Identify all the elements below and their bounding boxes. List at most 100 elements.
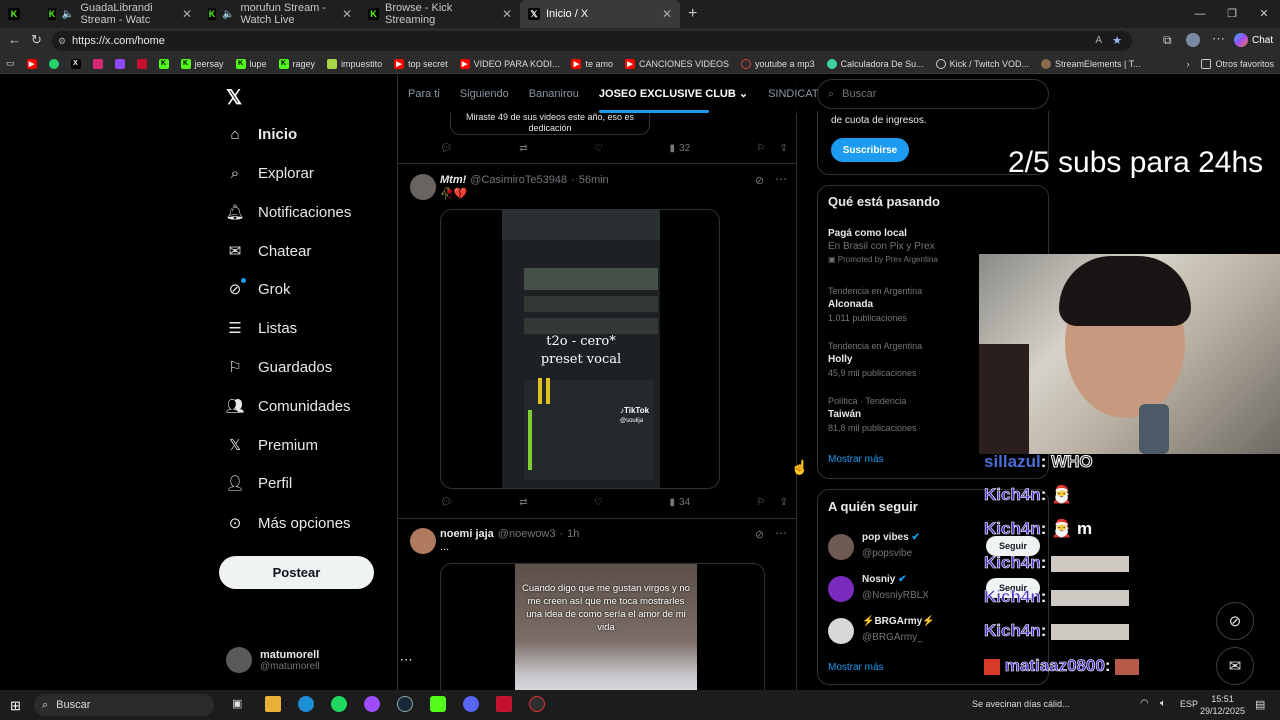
author-handle[interactable]: @noewow3 <box>498 528 556 540</box>
discord-icon[interactable] <box>463 696 479 712</box>
kick-icon[interactable] <box>430 696 446 712</box>
close-icon[interactable]: ✕ <box>502 7 512 21</box>
notification-icon[interactable]: ▤ <box>1255 698 1265 711</box>
bookmark-lupe[interactable]: Klupe <box>230 58 273 69</box>
bookmark-ragey[interactable]: Kragey <box>273 58 322 69</box>
clock[interactable]: 15:51 29/12/2025 <box>1200 693 1245 717</box>
bookmark-video-kodi[interactable]: ▶ VIDEO PARA KODI... <box>454 58 566 69</box>
bookmark-icon[interactable]: ⚐ <box>757 497 766 508</box>
share-icon[interactable]: ⇪ <box>780 497 788 508</box>
copilot-chat-button[interactable]: Chat <box>1234 33 1273 47</box>
bookmark-youtube-mp3[interactable]: youtube a mp3 <box>735 58 821 69</box>
x-logo-icon[interactable]: 𝕏 <box>226 85 242 110</box>
close-icon[interactable]: ✕ <box>662 7 672 21</box>
more-icon[interactable]: ⋯ <box>775 172 787 186</box>
tab-bananirou[interactable]: Bananirou <box>519 75 589 113</box>
share-icon[interactable]: ⇪ <box>780 143 788 154</box>
bookmark-impuestito[interactable]: impuestito <box>321 58 388 69</box>
subscribe-button[interactable]: Suscribirse <box>831 138 909 162</box>
tweet-time[interactable]: 56min <box>579 174 609 186</box>
more-icon[interactable]: ⋯ <box>775 526 787 540</box>
retweet-icon[interactable]: ⇄ <box>519 143 527 154</box>
nav-comunidades[interactable]: 👥︎ Comunidades <box>225 393 350 419</box>
volume-icon[interactable]: 🔈︎ <box>1160 698 1166 709</box>
read-aloud-icon[interactable]: A <box>1095 31 1102 51</box>
nav-chatear[interactable]: ✉ Chatear <box>226 238 312 264</box>
views-button[interactable]: ▮ 32 <box>670 143 691 154</box>
bookmark-kick-twitch-vod[interactable]: Kick / Twitch VOD... <box>930 58 1035 69</box>
bookmark-twitch[interactable] <box>109 58 131 69</box>
trend-item[interactable]: Tendencia en Argentina Alconada 1.011 pu… <box>828 286 922 323</box>
like-icon[interactable]: ♡ <box>594 143 603 154</box>
other-bookmarks[interactable]: Otros favoritos <box>1195 58 1280 69</box>
nav-inicio[interactable]: ⌂ Inicio <box>226 121 297 147</box>
restore-icon[interactable]: ❐ <box>1216 0 1248 28</box>
windows-start-icon[interactable]: ⊞ <box>10 698 21 714</box>
tab-browse-kick[interactable]: K Browse - Kick Streaming ✕ <box>360 0 520 28</box>
reply-icon[interactable]: 💬︎ <box>440 143 453 154</box>
extensions-icon[interactable]: ⧉ <box>1163 33 1172 48</box>
avatar[interactable] <box>410 174 436 200</box>
close-icon[interactable]: ✕ <box>342 7 352 21</box>
trend-item[interactable]: Tendencia en Argentina Holly 45,9 mil pu… <box>828 341 922 378</box>
profile-avatar[interactable] <box>1186 33 1200 47</box>
bookmark-top-secret[interactable]: ▶ top secret <box>388 58 454 69</box>
file-explorer-icon[interactable] <box>265 696 281 712</box>
obs-icon[interactable] <box>529 696 545 712</box>
follow-suggestion[interactable]: ⚡BRGArmy⚡ @BRGArmy_ <box>828 616 935 645</box>
avatar[interactable] <box>410 528 436 554</box>
minimize-icon[interactable]: — <box>1184 0 1216 28</box>
nav-notificaciones[interactable]: 🔔︎ Notificaciones <box>225 199 351 225</box>
like-icon[interactable]: ♡ <box>594 497 603 508</box>
bookmark-te-amo[interactable]: ▶ te amo <box>565 58 619 69</box>
bookmark-whatsapp[interactable] <box>43 58 65 69</box>
bookmark-x[interactable]: X <box>65 58 87 69</box>
url-input[interactable]: ⚙ https://x.com/home A ★ <box>52 31 1132 51</box>
author-name[interactable]: noemi jaja <box>440 528 494 540</box>
bookmark-instagram[interactable] <box>87 58 109 69</box>
nav-listas[interactable]: ☰ Listas <box>226 315 297 341</box>
bookmark-kick[interactable]: K <box>153 58 175 69</box>
task-view-icon[interactable]: ▣ <box>232 697 242 710</box>
bookmark-jeersay[interactable]: Kjeersay <box>175 58 230 69</box>
tiktok-card[interactable]: Miraste 49 de sus videos este año, eso e… <box>450 111 650 135</box>
follow-suggestion[interactable]: Nosniy ✔ @NosniyRBLX <box>828 574 929 603</box>
tab-morufun[interactable]: K 🔈 morufun Stream - Watch Live ✕ <box>200 0 360 28</box>
nav-explorar[interactable]: ⌕ Explorar <box>226 160 314 186</box>
close-window-icon[interactable]: ✕ <box>1248 0 1280 28</box>
spotify-icon[interactable] <box>331 696 347 712</box>
tab-joseo-exclusive-club[interactable]: JOSEO EXCLUSIVE CLUB ⌄ <box>589 75 758 113</box>
close-icon[interactable]: ✕ <box>182 7 192 21</box>
tab-para-ti[interactable]: Para ti <box>398 75 450 113</box>
reload-icon[interactable]: ↻ <box>31 32 42 48</box>
bookmark-canciones[interactable]: ▶ CANCIONES VIDEOS <box>619 58 735 69</box>
tab-siguiendo[interactable]: Siguiendo <box>450 75 519 113</box>
author-name[interactable]: Mtm! <box>440 174 466 186</box>
grok-icon[interactable]: ⊘ <box>755 174 764 187</box>
tweet-time[interactable]: 1h <box>567 528 579 540</box>
steam-icon[interactable] <box>397 696 413 712</box>
bookmark-red[interactable] <box>131 58 153 69</box>
grok-float-button[interactable]: ⊘ <box>1216 602 1254 640</box>
language-indicator[interactable]: ESP <box>1180 699 1198 709</box>
new-tab-button[interactable]: + <box>680 0 710 28</box>
bookmark-streamelements[interactable]: StreamElements | T... <box>1035 58 1147 69</box>
tab-guadalibrandi[interactable]: K 🔈 GuadaLibrandi Stream - Watc ✕ <box>40 0 200 28</box>
bookmark-youtube[interactable]: ▶ <box>21 58 43 69</box>
bookmarks-sidebar-icon[interactable]: ▭ <box>0 58 21 69</box>
nav-premium[interactable]: 𝕏 Premium <box>226 432 318 458</box>
follow-suggestion[interactable]: pop vibes ✔ @popsvibe <box>828 532 920 561</box>
network-icon[interactable]: ◠ <box>1140 698 1149 709</box>
taskbar-search[interactable]: ⌕ Buscar <box>34 694 214 716</box>
tab-kick-pinned[interactable]: K <box>0 0 40 28</box>
nav-guardados[interactable]: ⚐ Guardados <box>226 354 332 380</box>
tweet-video[interactable]: Cuando digo que me gustan virgos y no me… <box>440 563 765 690</box>
messages-float-button[interactable]: ✉ <box>1216 647 1254 685</box>
site-info-icon[interactable]: ⚙ <box>58 31 66 51</box>
edge-icon[interactable] <box>298 696 314 712</box>
bookmark-icon[interactable]: ⚐ <box>757 143 766 154</box>
show-more-link[interactable]: Mostrar más <box>828 662 884 673</box>
grok-icon[interactable]: ⊘ <box>755 528 764 541</box>
tweet-video[interactable]: t2o - cero* preset vocal ♪TikTok @soulij… <box>440 209 720 489</box>
account-switcher[interactable]: matumorell @matumorell ⋯ <box>226 647 413 673</box>
